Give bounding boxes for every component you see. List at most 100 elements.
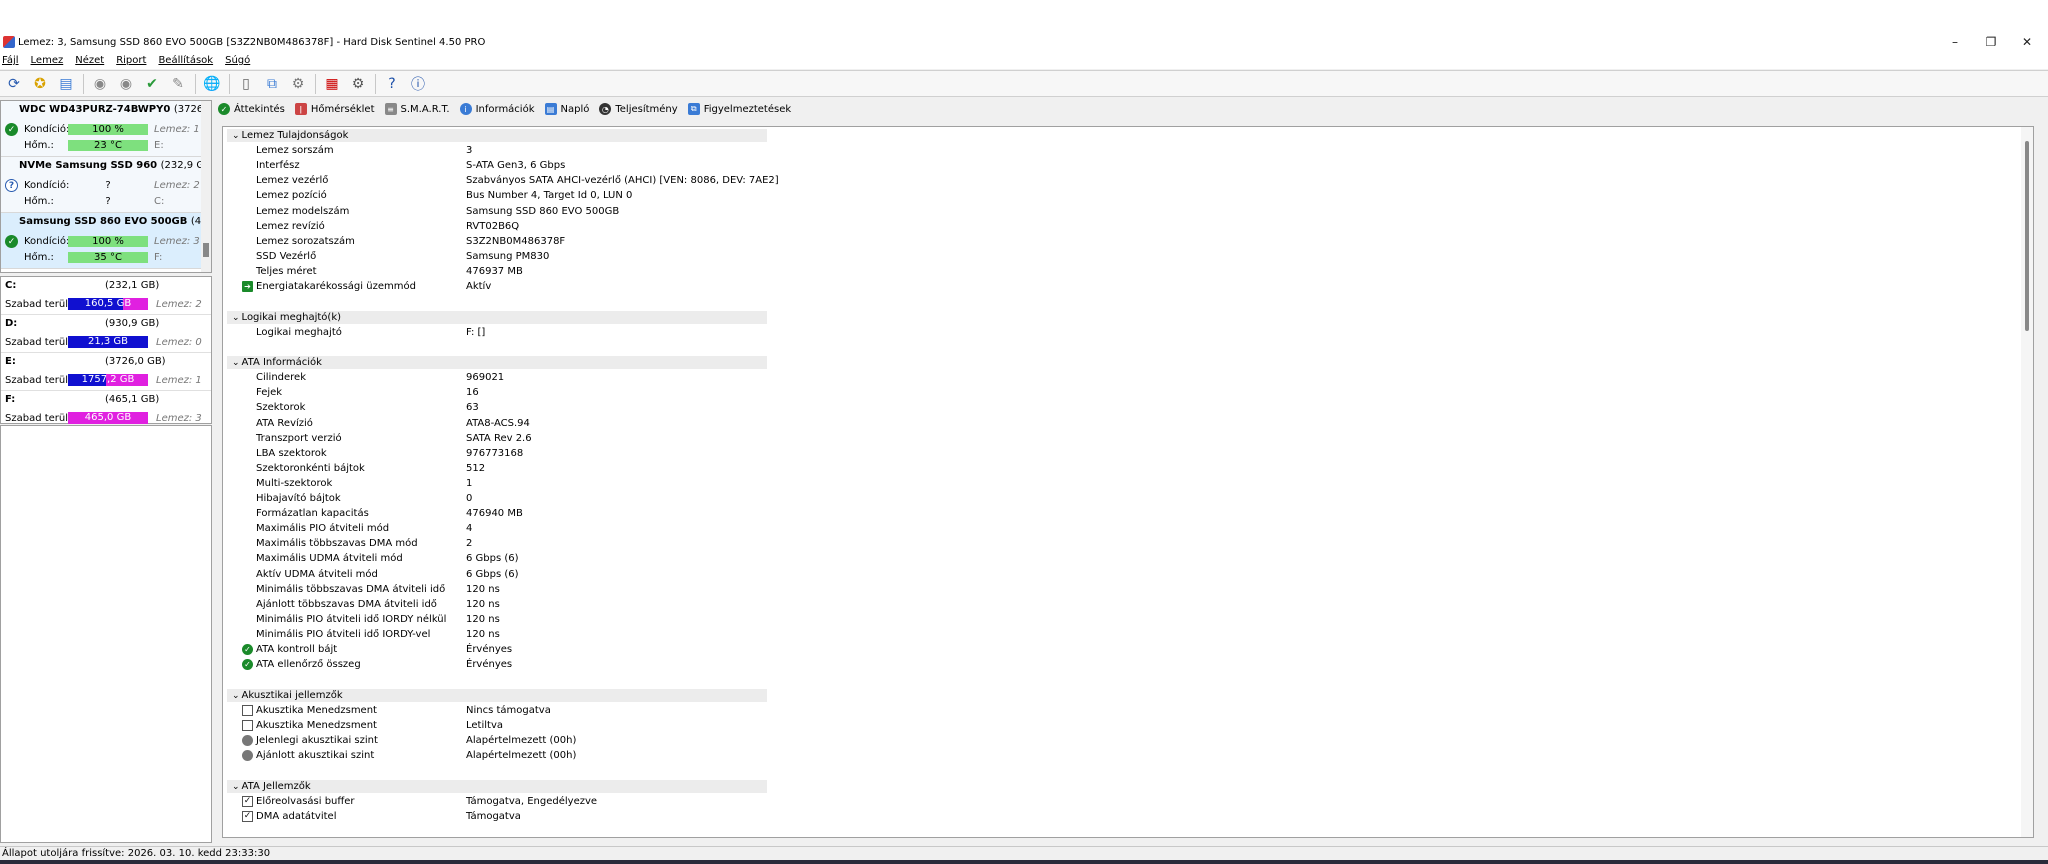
scrollbar-thumb[interactable] [2025, 141, 2029, 331]
menu-file[interactable]: Fájl [2, 55, 19, 66]
section-header[interactable]: ⌄ Logikai meghajtó(k) [227, 310, 767, 324]
checkbox-icon [242, 704, 253, 716]
info-value: Érvényes [466, 644, 513, 655]
menu-view[interactable]: Nézet [75, 55, 104, 66]
info-key: Szektoronkénti bájtok [256, 462, 365, 474]
disk-item[interactable]: NVMe Samsung SSD 960 (232,9 GB) ? Kondíc… [1, 157, 211, 213]
info-row: Lemez vezérlő Szabványos SATA AHCI-vezérl… [223, 173, 983, 188]
section-header[interactable]: ⌄ ATA Jellemzők [227, 779, 767, 793]
volume-item[interactable]: F: (465,1 GB) Szabad terület 465,0 GB Le… [1, 391, 211, 429]
collapse-icon[interactable]: ⌄ [232, 358, 240, 368]
help-icon[interactable]: ? [381, 73, 403, 95]
menu-settings[interactable]: Beállítások [158, 55, 213, 66]
disk-list-scrollbar[interactable] [201, 101, 211, 272]
globe-icon[interactable]: 🌐 [201, 73, 223, 95]
info-key: Akusztika Menedzsment [256, 704, 377, 716]
info-row: Maximális UDMA átviteli mód 6 Gbps (6) [223, 551, 983, 566]
minimize-button[interactable]: – [1937, 32, 1973, 52]
info-row: Lemez pozíció Bus Number 4, Target Id 0, … [223, 188, 983, 203]
chart-icon[interactable]: ▦ [321, 73, 343, 95]
collapse-icon[interactable]: ⌄ [232, 131, 240, 141]
disk-check-icon[interactable]: ✔ [141, 73, 163, 95]
info-value: ATA8-ACS.94 [466, 417, 530, 429]
disk-title: WDC WD43PURZ-74BWPY0 (3726,0 GB) [1, 101, 211, 118]
info-key: Aktív UDMA átviteli mód [256, 568, 378, 580]
content-scrollbar[interactable] [2021, 127, 2033, 837]
tab-temperature[interactable]: ǀ Hőmérséklet [294, 103, 375, 115]
info-value: Támogatva, Engedélyezve [466, 795, 598, 807]
checkbox-checked-icon: ✓ [242, 810, 253, 822]
disk-number-tag: Lemez: 2 [154, 180, 200, 191]
info-value: Samsung SSD 860 EVO 500GB [466, 205, 620, 217]
drive-letter-tag: F: [154, 252, 163, 263]
status-bar: Állapot utoljára frissítve: 2026. 03. 10… [0, 846, 2048, 860]
menu-disk[interactable]: Lemez [31, 55, 64, 66]
collapse-icon[interactable]: ⌄ [232, 691, 240, 701]
info-key: Maximális PIO átviteli mód [256, 523, 390, 535]
status-ok-icon: ✓ [5, 123, 18, 136]
free-space-value: 1757,2 GB [81, 374, 135, 385]
drive-letter-tag: E: [154, 140, 164, 151]
collapse-icon[interactable]: ⌄ [232, 782, 240, 792]
info-key: ATA Revízió [256, 417, 313, 429]
test-icon[interactable]: ✪ [29, 73, 51, 95]
restore-button[interactable]: ❐ [1973, 32, 2009, 52]
gear-icon[interactable]: ⚙ [347, 73, 369, 95]
disk-gray-icon[interactable]: ◉ [89, 73, 111, 95]
volume-item[interactable]: E: (3726,0 GB) Szabad terület 1757,2 GB … [1, 353, 211, 391]
info-row: Jelenlegi akusztikai szint Alapértelmezet… [223, 733, 983, 748]
info-value: 512 [466, 462, 486, 474]
toolbar: ⟳ ✪ ▤ ◉ ◉ ✔ ✎ 🌐 ▯ ⧉ ⚙ ▦ ⚙ ? ⓘ [0, 70, 2048, 97]
settings-icon[interactable]: ⚙ [287, 73, 309, 95]
info-icon[interactable]: ⓘ [407, 73, 429, 95]
disk-number-tag: Lemez: 1 [154, 124, 200, 135]
tab-overview[interactable]: ✓ Áttekintés [218, 103, 285, 115]
menu-report[interactable]: Riport [116, 55, 146, 66]
info-key: Szektorok [256, 402, 306, 414]
info-key: Teljes méret [256, 265, 317, 277]
menu-help[interactable]: Súgó [225, 55, 250, 66]
document-icon[interactable]: ▯ [235, 73, 257, 95]
volume-size: (930,9 GB) [105, 318, 160, 329]
section-header[interactable]: ⌄ Akusztikai jellemzők [227, 688, 767, 702]
close-button[interactable]: ✕ [2009, 32, 2045, 52]
section-header[interactable]: ⌄ Lemez Tulajdonságok [227, 129, 767, 142]
free-space-value: 465,0 GB [84, 412, 132, 423]
disk-tool-icon[interactable]: ✎ [167, 73, 189, 95]
disk-item[interactable]: WDC WD43PURZ-74BWPY0 (3726,0 GB) ✓ Kondí… [1, 101, 211, 157]
info-key: Cilinderek [256, 372, 306, 384]
report-icon[interactable]: ▤ [55, 73, 77, 95]
disk-item-selected[interactable]: Samsung SSD 860 EVO 500GB (465,8 GB) ✓ K… [1, 213, 211, 269]
information-panel: ⌄ Lemez Tulajdonságok Lemez sorszám 3 Interf… [222, 126, 2034, 838]
speaker-icon [242, 734, 253, 746]
volume-size: (3726,0 GB) [105, 356, 166, 367]
volume-item[interactable]: C: (232,1 GB) Szabad terület 160,5 GB Le… [1, 277, 211, 315]
collapse-icon[interactable]: ⌄ [232, 313, 240, 323]
tab-smart[interactable]: ≡ S.M.A.R.T. [384, 103, 450, 115]
disk-number-tag: Lemez: 3 [156, 413, 202, 424]
info-row: Akusztika Menedzsment Letiltva [223, 718, 983, 733]
info-row: ✓ ATA ellenőrző összeg Érvényes [223, 657, 983, 672]
info-row: Interfész S-ATA Gen3, 6 Gbps [223, 158, 983, 173]
scrollbar-thumb[interactable] [203, 243, 209, 257]
tab-label: Áttekintés [234, 103, 285, 115]
section-title: Akusztikai jellemzők [241, 689, 343, 701]
section-title: ATA Jellemzők [241, 780, 311, 792]
tab-log[interactable]: ▤ Napló [544, 103, 589, 115]
info-value: 976773168 [466, 447, 524, 459]
refresh-icon[interactable]: ⟳ [3, 73, 25, 95]
section-header[interactable]: ⌄ ATA Információk [227, 356, 767, 370]
info-value: 120 ns [466, 613, 500, 625]
temperature-bar: 35 °C [68, 252, 148, 263]
info-key: Lemez pozíció [256, 190, 327, 202]
network-icon[interactable]: ⧉ [261, 73, 283, 95]
tab-information[interactable]: i Információk [459, 103, 535, 115]
tab-performance[interactable]: ◔ Teljesítmény [599, 103, 678, 115]
info-value: 6 Gbps (6) [466, 568, 519, 580]
info-key: Ajánlott akusztikai szint [256, 750, 375, 761]
thermometer-icon: ǀ [294, 103, 307, 115]
tab-alerts[interactable]: ⧉ Figyelmeztetések [687, 103, 791, 115]
volume-item[interactable]: D: (930,9 GB) Szabad terület 21,3 GB Lem… [1, 315, 211, 353]
disk-gray-icon[interactable]: ◉ [115, 73, 137, 95]
checkbox-icon [242, 719, 253, 731]
